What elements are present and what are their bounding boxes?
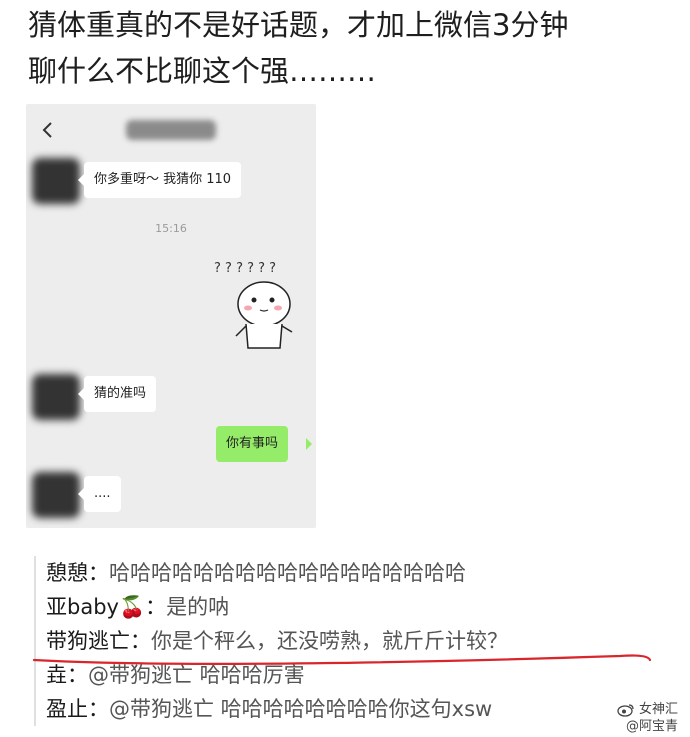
comment-text: 哈哈哈哈哈哈哈哈哈哈哈哈哈哈哈哈哈	[109, 561, 466, 585]
comment-text: @带狗逃亡 哈哈哈哈哈哈哈哈你这句xsw	[109, 697, 493, 721]
avatar-blurred	[32, 374, 80, 420]
red-underline-annotation	[32, 654, 652, 665]
comment-item: 亚baby🍒：是的呐	[36, 590, 676, 624]
comment-separator: ：	[145, 595, 167, 619]
message-bubble: 猜的准吗	[84, 376, 157, 412]
post-title: 猜体重真的不是好话题，才加上微信3分钟 聊什么不比聊这个强………	[28, 2, 668, 94]
chat-header	[26, 104, 316, 156]
bubble-tail	[306, 438, 312, 450]
back-arrow-icon	[42, 122, 52, 138]
avatar-blurred	[32, 472, 80, 518]
comment-separator: ：	[88, 697, 109, 721]
message-bubble: 你多重呀～ 我猜你 110	[84, 162, 242, 198]
watermark: 女神汇 @阿宝青	[617, 701, 678, 735]
chat-screenshot: 你多重呀～ 我猜你 110 15:16 ? ? ? ? ? ? 猜的准吗 你有事…	[26, 104, 316, 528]
comment-separator: ：	[88, 561, 109, 585]
sticker-question-marks: ? ? ? ? ? ?	[214, 261, 276, 276]
comment-text: 是的呐	[166, 595, 230, 619]
comment-author[interactable]: 憩憩	[46, 561, 88, 585]
comment-author[interactable]: 盈止	[46, 697, 88, 721]
comment-item: 盈止：@带狗逃亡 哈哈哈哈哈哈哈哈你这句xsw	[36, 692, 676, 726]
comment-author[interactable]: 亚baby🍒	[46, 595, 145, 619]
post-title-line-1: 猜体重真的不是好话题，才加上微信3分钟	[28, 8, 569, 42]
my-message-bubble: 你有事吗	[216, 426, 289, 462]
weibo-icon	[617, 703, 634, 717]
confused-sticker-icon: ? ? ? ? ? ?	[214, 261, 293, 349]
message-bubble: ....	[84, 476, 121, 512]
comment-item: 憩憩：哈哈哈哈哈哈哈哈哈哈哈哈哈哈哈哈哈	[36, 556, 676, 590]
post-title-line-2: 聊什么不比聊这个强………	[28, 54, 377, 88]
contact-name-blurred	[126, 120, 216, 140]
chat-timestamp: 15:16	[155, 222, 187, 235]
avatar-blurred	[32, 158, 80, 204]
watermark-handle: @阿宝青	[625, 719, 678, 734]
watermark-account: 女神汇	[638, 702, 678, 717]
